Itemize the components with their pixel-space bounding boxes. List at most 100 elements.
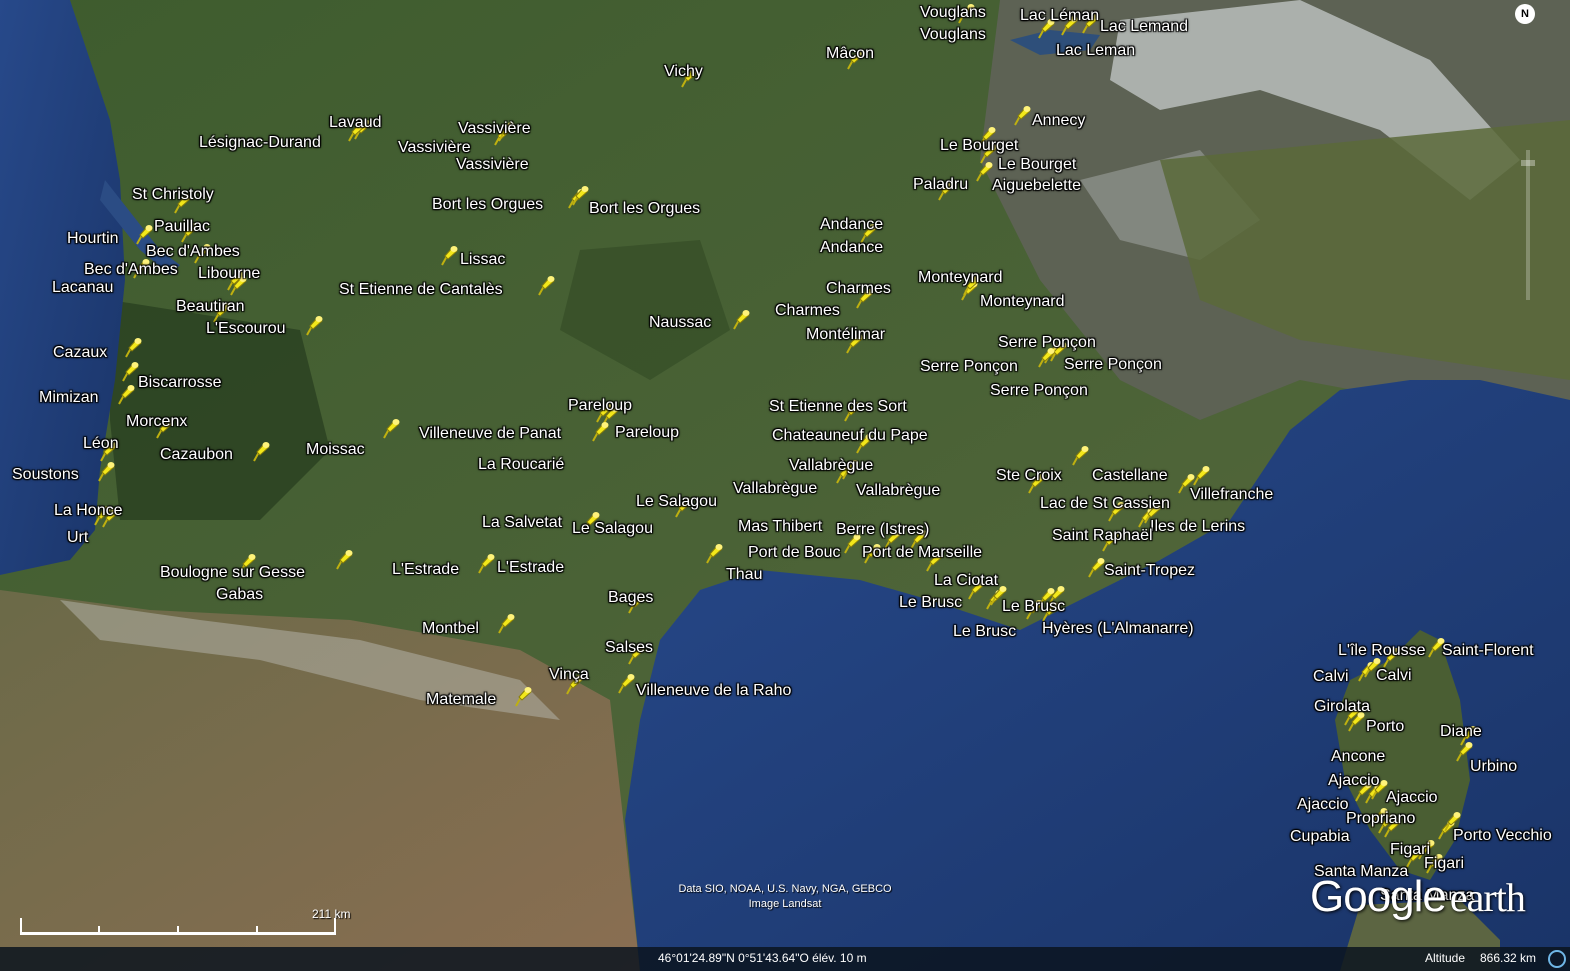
placemark-label[interactable]: Hyères (L'Almanarre) — [1042, 620, 1194, 638]
placemark-pin-icon[interactable] — [94, 460, 116, 482]
placemark-label[interactable]: Lac Lemand — [1100, 18, 1188, 36]
placemark-label[interactable]: Léon — [83, 435, 119, 453]
placemark-pin-icon[interactable] — [1068, 444, 1090, 466]
placemark-pin-icon[interactable] — [474, 552, 496, 574]
placemark-label[interactable]: Montbel — [422, 620, 479, 638]
placemark-label[interactable]: St Etienne de Cantalès — [339, 281, 503, 299]
placemark-label[interactable]: Lésignac-Durand — [199, 134, 321, 152]
placemark-label[interactable]: Vallabrègue — [733, 480, 817, 498]
placemark-label[interactable]: Le Brusc — [899, 594, 962, 612]
placemark-label[interactable]: Berre (Istres) — [836, 521, 929, 539]
placemark-pin-icon[interactable] — [1010, 104, 1032, 126]
placemark-label[interactable]: Bec d'Ambes — [146, 243, 240, 261]
placemark-label[interactable]: Ajaccio — [1297, 796, 1349, 814]
placemark-label[interactable]: Urt — [67, 529, 88, 547]
placemark-label[interactable]: Ajaccio — [1328, 772, 1380, 790]
placemark-label[interactable]: Le Salagou — [572, 520, 653, 538]
placemark-pin-icon[interactable] — [1189, 464, 1211, 486]
placemark-label[interactable]: Urbino — [1470, 758, 1517, 776]
placemark-label[interactable]: Mimizan — [39, 389, 99, 407]
placemark-label[interactable]: Villeneuve de la Raho — [636, 682, 791, 700]
zoom-slider[interactable] — [1518, 150, 1538, 300]
placemark-label[interactable]: La Honce — [54, 502, 123, 520]
placemark-label[interactable]: Morcenx — [126, 413, 187, 431]
placemark-pin-icon[interactable] — [511, 685, 533, 707]
placemark-label[interactable]: Cupabia — [1290, 828, 1350, 846]
streaming-indicator-icon[interactable] — [1548, 950, 1566, 968]
placemark-label[interactable]: Le Brusc — [1002, 598, 1065, 616]
placemark-label[interactable]: Bort les Orgues — [432, 196, 543, 214]
placemark-label[interactable]: Ajaccio — [1386, 789, 1438, 807]
placemark-pin-icon[interactable] — [332, 548, 354, 570]
placemark-pin-icon[interactable] — [249, 440, 271, 462]
placemark-label[interactable]: Propriano — [1346, 810, 1415, 828]
placemark-label[interactable]: Charmes — [775, 302, 840, 320]
placemark-label[interactable]: Figari — [1424, 855, 1464, 873]
placemark-label[interactable]: Vassivière — [458, 120, 531, 138]
placemark-label[interactable]: Lac Leman — [1056, 42, 1135, 60]
placemark-label[interactable]: Paladru — [913, 176, 968, 194]
placemark-label[interactable]: Diane — [1440, 723, 1482, 741]
placemark-label[interactable]: L'Estrade — [497, 559, 564, 577]
placemark-label[interactable]: Ste Croix — [996, 467, 1062, 485]
placemark-label[interactable]: Mâcon — [826, 45, 874, 63]
placemark-label[interactable]: St Christoly — [132, 186, 214, 204]
placemark-pin-icon[interactable] — [114, 383, 136, 405]
placemark-label[interactable]: Le Salagou — [636, 493, 717, 511]
placemark-label[interactable]: Monteynard — [918, 269, 1003, 287]
placemark-label[interactable]: Lac de St Cassien — [1040, 495, 1170, 513]
placemark-label[interactable]: Andance — [820, 239, 883, 257]
placemark-label[interactable]: Ancone — [1331, 748, 1385, 766]
placemark-pin-icon[interactable] — [379, 417, 401, 439]
placemark-label[interactable]: Girolata — [1314, 698, 1370, 716]
placemark-label[interactable]: Beautiran — [176, 298, 245, 316]
compass-icon[interactable]: N — [1515, 4, 1535, 24]
placemark-label[interactable]: Salses — [605, 639, 653, 657]
placemark-label[interactable]: Annecy — [1032, 112, 1085, 130]
placemark-label[interactable]: Moissac — [306, 441, 365, 459]
placemark-label[interactable]: Bec d'Ambes — [84, 261, 178, 279]
placemark-pin-icon[interactable] — [534, 274, 556, 296]
placemark-label[interactable]: Cazaubon — [160, 446, 233, 464]
placemark-label[interactable]: Serre Ponçon — [1064, 356, 1162, 374]
placemark-label[interactable]: Vallabrègue — [856, 482, 940, 500]
placemark-label[interactable]: Gabas — [216, 586, 263, 604]
placemark-label[interactable]: Pauillac — [154, 218, 210, 236]
placemark-label[interactable]: Saint-Tropez — [1104, 562, 1195, 580]
placemark-label[interactable]: Lacanau — [52, 279, 113, 297]
placemark-pin-icon[interactable] — [132, 223, 154, 245]
placemark-label[interactable]: Vouglans — [920, 4, 986, 22]
placemark-pin-icon[interactable] — [1084, 556, 1106, 578]
placemark-label[interactable]: Chateauneuf du Pape — [772, 427, 928, 445]
placemark-pin-icon[interactable] — [702, 542, 724, 564]
placemark-pin-icon[interactable] — [121, 336, 143, 358]
placemark-label[interactable]: Aiguebelette — [992, 177, 1081, 195]
placemark-label[interactable]: La Roucarié — [478, 456, 564, 474]
placemark-label[interactable]: L'Estrade — [392, 561, 459, 579]
placemark-label[interactable]: Le Brusc — [953, 623, 1016, 641]
placemark-label[interactable]: Hourtin — [67, 230, 119, 248]
placemark-pin-icon[interactable] — [588, 420, 610, 442]
placemark-label[interactable]: Lac Léman — [1020, 7, 1099, 25]
placemark-pin-icon[interactable] — [302, 314, 324, 336]
placemark-pin-icon[interactable] — [568, 184, 590, 206]
placemark-label[interactable]: Saint-Florent — [1442, 642, 1534, 660]
placemark-pin-icon[interactable] — [614, 672, 636, 694]
placemark-label[interactable]: Naussac — [649, 314, 711, 332]
placemark-label[interactable]: Andance — [820, 216, 883, 234]
placemark-label[interactable]: Montélimar — [806, 326, 885, 344]
placemark-label[interactable]: L'île Rousse — [1338, 642, 1426, 660]
placemark-label[interactable]: Vassivière — [456, 156, 529, 174]
placemark-label[interactable]: Vinça — [549, 666, 589, 684]
placemark-label[interactable]: Calvi — [1313, 668, 1349, 686]
placemark-label[interactable]: Libourne — [198, 265, 260, 283]
placemark-label[interactable]: Lissac — [460, 251, 505, 269]
placemark-label[interactable]: Le Bourget — [940, 137, 1018, 155]
placemark-label[interactable]: Villeneuve de Panat — [419, 425, 561, 443]
placemark-label[interactable]: Calvi — [1376, 667, 1412, 685]
placemark-pin-icon[interactable] — [437, 244, 459, 266]
placemark-label[interactable]: Bages — [608, 589, 653, 607]
placemark-pin-icon[interactable] — [972, 160, 994, 182]
placemark-label[interactable]: L'Escourou — [206, 320, 286, 338]
placemark-label[interactable]: Vouglans — [920, 26, 986, 44]
